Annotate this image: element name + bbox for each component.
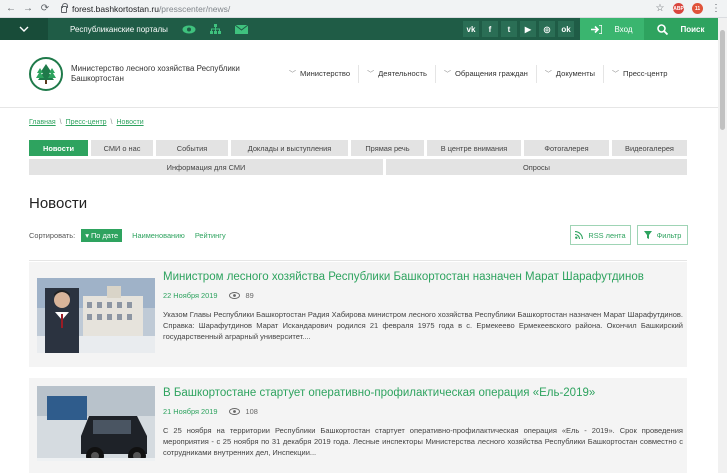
nav-label: Министерство — [300, 69, 351, 78]
lock-icon — [61, 3, 68, 13]
accessibility-eye-icon[interactable] — [182, 25, 196, 34]
tab-news[interactable]: Новости — [29, 140, 88, 156]
bookmark-star-icon[interactable]: ☆ — [655, 3, 665, 14]
nav-item-presscenter[interactable]: ﹀ Пресс-центр — [603, 64, 675, 83]
news-views: 89 — [229, 290, 254, 300]
chevron-down-icon: ﹀ — [289, 70, 296, 78]
login-label: Вход — [614, 24, 633, 34]
forward-icon[interactable]: → — [23, 3, 33, 14]
filter-label: Фильтр — [656, 230, 682, 240]
news-excerpt: С 25 ноября на территории Республики Баш… — [163, 425, 683, 457]
mail-icon[interactable] — [234, 24, 248, 34]
chevron-down-icon: ﹀ — [443, 70, 451, 78]
nav-item-activity[interactable]: ﹀ Деятельность — [358, 64, 435, 83]
breadcrumb-home[interactable]: Главная — [29, 119, 56, 126]
back-icon[interactable]: ← — [6, 3, 16, 14]
news-item: В Башкортостане стартует оперативно-проф… — [29, 378, 687, 473]
sort-by-name[interactable]: Наименованию — [132, 231, 185, 240]
login-arrow-icon — [591, 24, 603, 34]
breadcrumb: Главная \ Пресс-центр \ Новости — [29, 119, 144, 126]
sort-by-date[interactable]: ▾ По дате — [81, 229, 123, 242]
ministry-logo[interactable] — [29, 56, 63, 91]
sort-by-date-label: По дате — [90, 231, 119, 240]
filter-button[interactable]: Фильтр — [637, 225, 688, 245]
news-thumbnail[interactable] — [37, 386, 155, 461]
news-views-count: 89 — [245, 290, 254, 300]
tab-photo-gallery[interactable]: Фотогалерея — [524, 140, 609, 156]
section-tabs: Новости СМИ о нас События Доклады и выст… — [29, 140, 687, 178]
nav-label: Обращения граждан — [454, 69, 528, 78]
search-button[interactable]: Поиск — [644, 18, 718, 40]
sort-bar: Сортировать: ▾ По дате Наименованию Рейт… — [29, 229, 226, 242]
sort-by-rating[interactable]: Рейтингу — [195, 231, 226, 240]
nav-item-ministry[interactable]: ﹀ Министерство — [281, 65, 358, 83]
portals-toggle-chevron-icon[interactable] — [0, 18, 48, 40]
nav-item-documents[interactable]: ﹀ Документы — [535, 64, 603, 83]
scrollbar-thumb[interactable] — [720, 30, 725, 130]
rss-label: RSS лента — [588, 230, 626, 240]
search-icon — [657, 23, 669, 35]
rss-button[interactable]: RSS лента — [570, 225, 631, 245]
sitemap-icon[interactable] — [209, 24, 221, 34]
browser-toolbar: ← → ⟳ forest.bashkortostan.ru/presscente… — [0, 0, 727, 18]
eye-icon — [229, 291, 241, 299]
tab-events[interactable]: События — [156, 140, 228, 156]
top-bar: Республиканские порталы vk f t ▶ ◎ ok Вх… — [0, 18, 718, 40]
sort-label: Сортировать: — [29, 231, 76, 240]
news-views-count: 108 — [245, 406, 258, 416]
twitter-icon[interactable]: t — [501, 21, 517, 37]
breadcrumb-news[interactable]: Новости — [117, 119, 144, 126]
filter-icon — [643, 231, 652, 239]
chevron-down-icon: ﹀ — [612, 70, 620, 78]
tab-media-info[interactable]: Информация для СМИ — [29, 159, 383, 175]
youtube-icon[interactable]: ▶ — [520, 21, 536, 37]
nav-item-appeals[interactable]: ﹀ Обращения граждан — [434, 64, 536, 83]
search-label: Поиск — [680, 24, 705, 34]
breadcrumb-presscenter[interactable]: Пресс-центр — [66, 119, 107, 126]
tab-direct-speech[interactable]: Прямая речь — [351, 140, 424, 156]
address-bar[interactable]: forest.bashkortostan.ru/presscenter/news… — [57, 2, 648, 16]
rss-icon — [575, 231, 584, 239]
news-date: 21 Ноября 2019 — [163, 406, 218, 416]
news-title-link[interactable]: В Башкортостане стартует оперативно-проф… — [163, 386, 683, 401]
profile-avatar-icon[interactable]: 11 — [692, 3, 703, 14]
vk-icon[interactable]: vk — [463, 21, 479, 37]
url-path: /presscenter/news/ — [158, 3, 231, 14]
tab-in-focus[interactable]: В центре внимания — [427, 140, 521, 156]
reload-icon[interactable]: ⟳ — [40, 3, 50, 14]
site-name[interactable]: Министерство лесного хозяйства Республик… — [71, 64, 261, 83]
news-excerpt: Указом Главы Республики Башкортостан Рад… — [163, 309, 683, 341]
news-item: Министром лесного хозяйства Республики Б… — [29, 262, 687, 367]
portals-link[interactable]: Республиканские порталы — [70, 25, 168, 34]
news-views: 108 — [229, 406, 258, 416]
odnoklassniki-icon[interactable]: ok — [558, 21, 574, 37]
nav-label: Пресс-центр — [623, 69, 668, 78]
breadcrumb-separator: \ — [110, 119, 113, 126]
chevron-down-icon: ﹀ — [367, 70, 375, 78]
news-date: 22 Ноября 2019 — [163, 290, 218, 300]
tab-polls[interactable]: Опросы — [386, 159, 687, 175]
page-scrollbar[interactable] — [718, 18, 727, 473]
nav-label: Деятельность — [378, 69, 427, 78]
page-title: Новости — [29, 195, 88, 212]
instagram-icon[interactable]: ◎ — [539, 21, 555, 37]
divider — [29, 260, 687, 261]
breadcrumb-separator: \ — [59, 119, 62, 126]
eye-icon — [229, 407, 241, 415]
news-thumbnail[interactable] — [37, 278, 155, 353]
browser-menu-icon[interactable]: ⋮ — [711, 3, 721, 14]
news-title-link[interactable]: Министром лесного хозяйства Республики Б… — [163, 270, 683, 285]
adblock-extension-icon[interactable]: ABP — [673, 3, 684, 14]
tab-video-gallery[interactable]: Видеогалерея — [612, 140, 687, 156]
chevron-down-icon: ﹀ — [544, 70, 552, 78]
main-nav: ﹀ Министерство ﹀ Деятельность ﹀ Обращения г… — [281, 64, 675, 83]
login-button[interactable]: Вход — [580, 18, 644, 40]
tab-media-about-us[interactable]: СМИ о нас — [91, 140, 153, 156]
site-header: Министерство лесного хозяйства Республик… — [0, 40, 718, 108]
nav-label: Документы — [555, 69, 596, 78]
tab-reports-speeches[interactable]: Доклады и выступления — [231, 140, 348, 156]
url-domain: forest.bashkortostan.ru — [72, 3, 159, 14]
facebook-icon[interactable]: f — [482, 21, 498, 37]
